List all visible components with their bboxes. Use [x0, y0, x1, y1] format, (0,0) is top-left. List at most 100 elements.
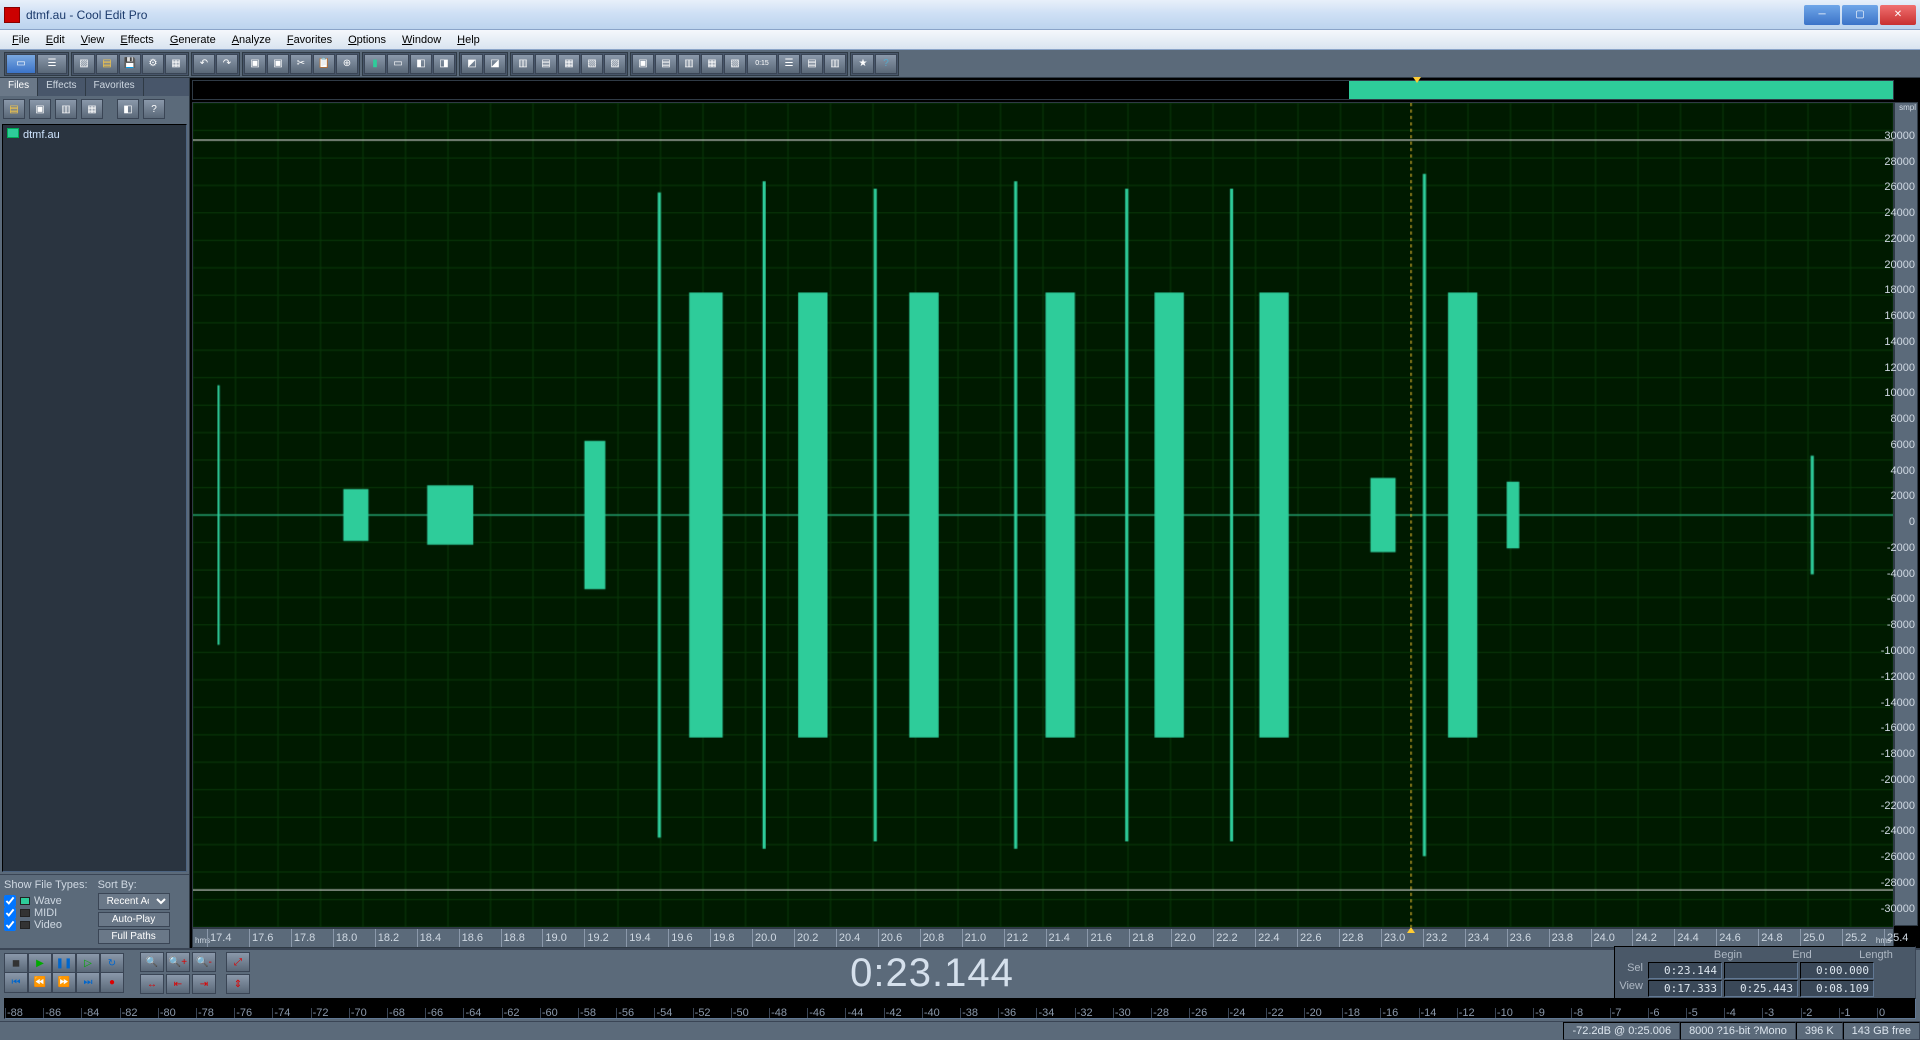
autoplay-button[interactable]: Auto-Play: [98, 912, 170, 927]
window-level-button[interactable]: ☰: [778, 54, 800, 74]
save-file-button[interactable]: 💾: [119, 54, 141, 74]
play-button[interactable]: ▶: [28, 953, 52, 973]
batch-button[interactable]: ▦: [165, 54, 187, 74]
overview-cursor-icon: [1413, 77, 1421, 83]
organizer-tabs: FilesEffectsFavorites: [0, 78, 189, 96]
fullpaths-button[interactable]: Full Paths: [98, 929, 170, 944]
menu-window[interactable]: Window: [394, 32, 449, 48]
cut-button[interactable]: ✂: [290, 54, 312, 74]
time-display[interactable]: 0:23.144: [258, 951, 1606, 996]
zoom-vert-button[interactable]: ⇕: [226, 974, 250, 994]
zoom-full-button[interactable]: ↔: [140, 974, 164, 994]
ruler-bars-button[interactable]: ▥: [512, 54, 534, 74]
undo-button[interactable]: ↶: [193, 54, 215, 74]
filetype-video-check[interactable]: Video: [4, 919, 88, 931]
redo-button[interactable]: ↷: [216, 54, 238, 74]
new-file-button[interactable]: ▨: [73, 54, 95, 74]
window-sel-button[interactable]: ▧: [724, 54, 746, 74]
goto-start-button[interactable]: ⏮: [4, 973, 28, 993]
ruler-samples-button[interactable]: ▧: [581, 54, 603, 74]
menu-favorites[interactable]: Favorites: [279, 32, 340, 48]
time-ruler[interactable]: hmshms17.417.617.818.018.218.418.618.819…: [192, 928, 1894, 948]
goto-end-button[interactable]: ⏭: [76, 973, 100, 993]
maximize-button[interactable]: ▢: [1842, 5, 1878, 25]
organizer-edit-button[interactable]: ▦: [81, 99, 103, 119]
menu-analyze[interactable]: Analyze: [224, 32, 279, 48]
convert2-button[interactable]: ◨: [433, 54, 455, 74]
overview-bar[interactable]: [192, 80, 1894, 100]
play-sel-button[interactable]: ▷: [76, 953, 100, 973]
paste-button[interactable]: 📋: [313, 54, 335, 74]
window-time-button[interactable]: ▦: [701, 54, 723, 74]
selection-info: BeginEndLengthSel0:23.1440:00.000View0:1…: [1614, 946, 1916, 1000]
menu-generate[interactable]: Generate: [162, 32, 224, 48]
sort-select[interactable]: Recent Ac: [98, 893, 170, 910]
options-button[interactable]: ★: [852, 54, 874, 74]
amplitude-ruler[interactable]: smpl300002800026000240002200020000180001…: [1894, 102, 1918, 926]
zoom-right-button[interactable]: ⇥: [192, 974, 216, 994]
window-title: dtmf.au - Cool Edit Pro: [26, 8, 1804, 22]
organizer-options-button[interactable]: ◧: [117, 99, 139, 119]
file-list[interactable]: dtmf.au: [2, 124, 187, 872]
silence-button[interactable]: ▭: [387, 54, 409, 74]
organizer-close-button[interactable]: ▣: [29, 99, 51, 119]
zoom-left-button[interactable]: ⇤: [166, 974, 190, 994]
organizer-open-button[interactable]: ▤: [3, 99, 25, 119]
menu-view[interactable]: View: [73, 32, 113, 48]
forward-button[interactable]: ⏩: [52, 973, 76, 993]
pause-button[interactable]: ❚❚: [52, 953, 76, 973]
ruler-smpte-button[interactable]: ▦: [558, 54, 580, 74]
settings-button[interactable]: ⚙: [142, 54, 164, 74]
mode-singletrack-button[interactable]: ▭: [6, 54, 36, 74]
help-button[interactable]: ?: [875, 54, 897, 74]
mode-multitrack-button[interactable]: ☰: [37, 54, 67, 74]
mix-paste-button[interactable]: ⊕: [336, 54, 358, 74]
convert-button[interactable]: ◧: [410, 54, 432, 74]
organizer-tab-favorites[interactable]: Favorites: [86, 78, 144, 96]
copy-button[interactable]: ▣: [244, 54, 266, 74]
zoom-in-button[interactable]: 🔍+: [166, 952, 190, 972]
zoom-out-button[interactable]: 🔍-: [192, 952, 216, 972]
zoom-horiz-button[interactable]: 🔍: [140, 952, 164, 972]
zoom-sel-button[interactable]: ⤢: [226, 952, 250, 972]
file-item[interactable]: dtmf.au: [5, 127, 184, 142]
status-size: 396 K: [1796, 1022, 1843, 1040]
menu-options[interactable]: Options: [340, 32, 394, 48]
window-zoom-button[interactable]: ▤: [801, 54, 823, 74]
trim-button[interactable]: ▮: [364, 54, 386, 74]
window-bigtime-button[interactable]: 0:15: [747, 54, 777, 74]
menu-help[interactable]: Help: [449, 32, 488, 48]
waveform-view-button[interactable]: ◪: [484, 54, 506, 74]
window-organizer-button[interactable]: ▣: [632, 54, 654, 74]
status-db: -72.2dB @ 0:25.006: [1563, 1022, 1680, 1040]
organizer-tab-files[interactable]: Files: [0, 78, 38, 96]
copy-new-button[interactable]: ▣: [267, 54, 289, 74]
window-transport-button[interactable]: ▥: [678, 54, 700, 74]
menu-effects[interactable]: Effects: [112, 32, 161, 48]
loop-button[interactable]: ↻: [100, 953, 124, 973]
spectral-view-button[interactable]: ◩: [461, 54, 483, 74]
ruler-cursor-icon: [1407, 927, 1415, 933]
organizer-tab-effects[interactable]: Effects: [38, 78, 85, 96]
ruler-decimal-button[interactable]: ▤: [535, 54, 557, 74]
menu-file[interactable]: File: [4, 32, 38, 48]
record-button[interactable]: ●: [100, 973, 124, 993]
waveform-canvas[interactable]: [192, 102, 1894, 928]
close-button[interactable]: ✕: [1880, 5, 1916, 25]
ruler-custom-button[interactable]: ▨: [604, 54, 626, 74]
window-titlebar: dtmf.au - Cool Edit Pro ─ ▢ ✕: [0, 0, 1920, 30]
menu-edit[interactable]: Edit: [38, 32, 73, 48]
app-icon: [4, 7, 20, 23]
rewind-button[interactable]: ⏪: [28, 973, 52, 993]
open-file-button[interactable]: ▤: [96, 54, 118, 74]
window-placekeeper-button[interactable]: ▥: [824, 54, 846, 74]
filetype-midi-check[interactable]: MIDI: [4, 907, 88, 919]
level-meter[interactable]: -88-86-84-82-80-78-76-74-72-70-68-66-64-…: [4, 998, 1916, 1019]
organizer-insert-button[interactable]: ▥: [55, 99, 77, 119]
filetype-wave-check[interactable]: Wave: [4, 895, 88, 907]
window-cues-button[interactable]: ▤: [655, 54, 677, 74]
minimize-button[interactable]: ─: [1804, 5, 1840, 25]
show-types-label: Show File Types:: [4, 879, 88, 891]
stop-button[interactable]: ◼: [4, 953, 28, 973]
organizer-help-button[interactable]: ?: [143, 99, 165, 119]
